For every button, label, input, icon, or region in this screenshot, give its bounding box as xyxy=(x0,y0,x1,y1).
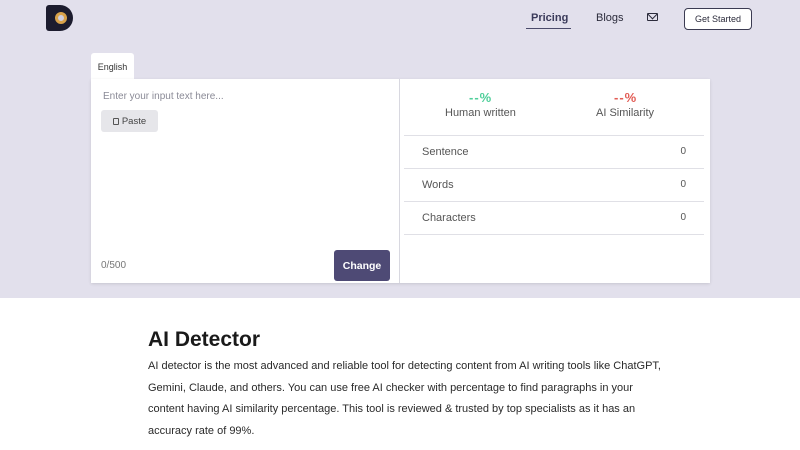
human-label: Human written xyxy=(445,107,516,119)
human-percent: --% xyxy=(469,90,493,105)
change-button[interactable]: Change xyxy=(334,250,390,281)
nav-active-underline xyxy=(526,28,571,29)
detector-card: Enter your input text here... Paste 0/50… xyxy=(91,79,710,283)
text-input[interactable]: Enter your input text here... xyxy=(103,91,224,102)
stat-row-characters: Characters 0 xyxy=(404,201,704,234)
stat-row-words: Words 0 xyxy=(404,168,704,201)
get-started-button[interactable]: Get Started xyxy=(684,8,752,30)
nav-pricing[interactable]: Pricing xyxy=(531,12,568,24)
stat-value: 0 xyxy=(680,179,686,190)
page-title: AI Detector xyxy=(148,328,261,351)
paste-label: Paste xyxy=(121,115,147,127)
intro-paragraph: AI detector is the most advanced and rel… xyxy=(148,360,661,437)
char-counter: 0/500 xyxy=(101,260,127,271)
panel-divider xyxy=(399,79,400,283)
stat-value: 0 xyxy=(680,212,686,223)
stat-label: Characters xyxy=(422,212,476,224)
logo[interactable] xyxy=(46,5,73,31)
ai-label: AI Similarity xyxy=(596,107,655,119)
stat-label: Sentence xyxy=(422,146,469,158)
tab-english[interactable]: English xyxy=(91,53,134,80)
logo-mark xyxy=(55,12,67,24)
paste-button[interactable]: Paste xyxy=(101,110,158,132)
ai-percent: --% xyxy=(614,90,638,105)
clipboard-icon xyxy=(112,117,119,125)
nav-blogs[interactable]: Blogs xyxy=(596,12,624,24)
stat-divider xyxy=(404,234,704,235)
stat-row-sentence: Sentence 0 xyxy=(404,135,704,168)
stat-value: 0 xyxy=(680,146,686,157)
mail-icon[interactable] xyxy=(647,13,658,21)
stat-label: Words xyxy=(422,179,454,191)
